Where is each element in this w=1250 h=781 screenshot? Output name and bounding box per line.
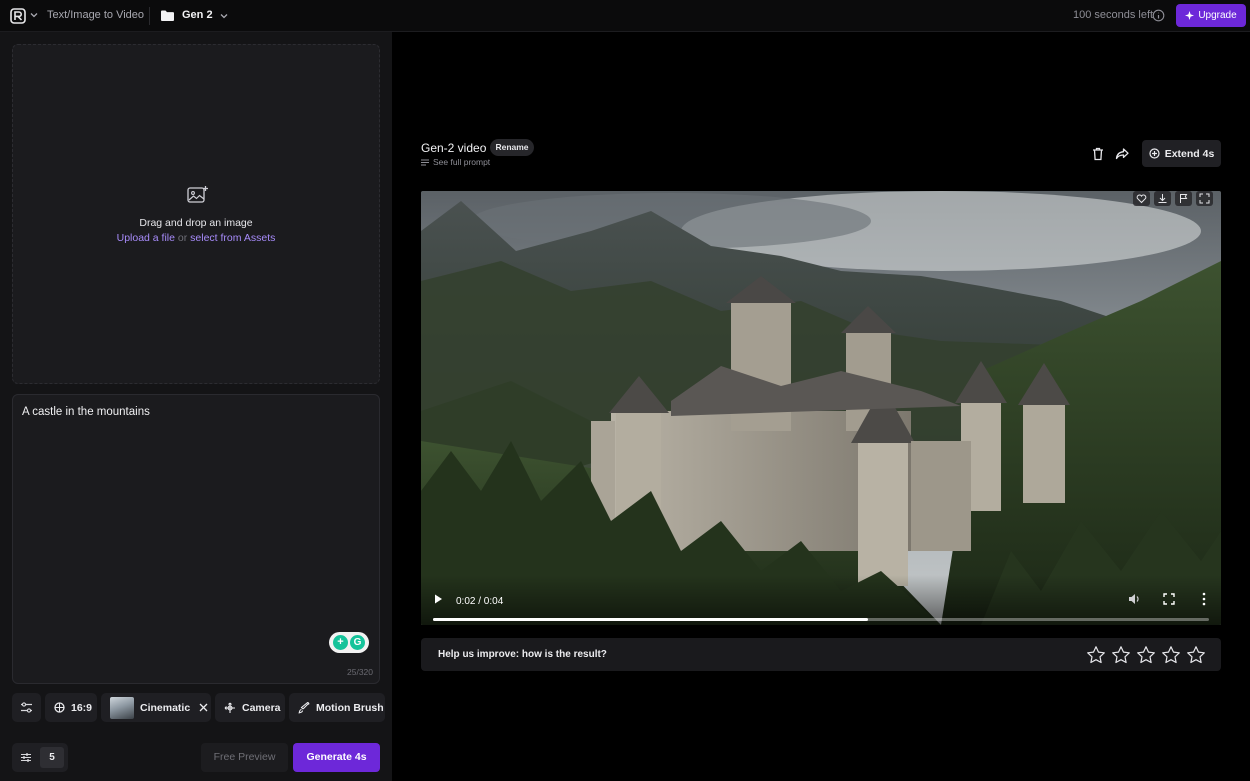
volume-icon[interactable] xyxy=(1127,592,1141,606)
grammarly-add-icon: + xyxy=(333,635,348,650)
upload-file-link[interactable]: Upload a file xyxy=(117,232,175,244)
drop-links: Upload a file or select from Assets xyxy=(13,232,379,244)
star-icon[interactable] xyxy=(1086,645,1106,665)
sparkle-icon xyxy=(1185,11,1195,20)
feedback-question: Help us improve: how is the result? xyxy=(438,649,607,660)
add-image-icon xyxy=(187,186,208,203)
nav-title[interactable]: Text/Image to Video xyxy=(47,9,144,21)
upgrade-label: Upgrade xyxy=(1198,10,1237,21)
video-controls: 0:02 / 0:04 xyxy=(421,575,1221,625)
share-icon[interactable] xyxy=(1113,145,1131,163)
or-text: or xyxy=(177,232,188,244)
video-player[interactable]: 0:02 / 0:04 xyxy=(421,191,1221,625)
grammarly-widget[interactable]: + G xyxy=(329,632,369,653)
video-title: Gen-2 video xyxy=(421,141,487,155)
close-icon[interactable] xyxy=(199,703,208,712)
expand-button[interactable] xyxy=(1196,191,1213,206)
trash-icon[interactable] xyxy=(1089,145,1107,163)
runway-logo-icon[interactable] xyxy=(10,8,26,24)
generation-count-button[interactable]: 5 xyxy=(12,743,68,772)
motion-brush-label: Motion Brush xyxy=(316,701,384,714)
star-icon[interactable] xyxy=(1111,645,1131,665)
see-full-prompt-link[interactable]: See full prompt xyxy=(421,157,490,167)
info-icon[interactable] xyxy=(1152,9,1165,22)
download-button[interactable] xyxy=(1154,191,1171,206)
favorite-button[interactable] xyxy=(1133,191,1150,206)
play-icon[interactable] xyxy=(431,592,445,606)
generation-count: 5 xyxy=(40,747,64,768)
project-name[interactable]: Gen 2 xyxy=(182,9,213,21)
progress-fill xyxy=(433,618,868,621)
sliders-icon xyxy=(21,702,32,713)
video-frame xyxy=(421,191,1221,625)
feedback-bar: Help us improve: how is the result? xyxy=(421,638,1221,671)
flag-icon xyxy=(1180,194,1188,203)
style-button[interactable]: Cinematic xyxy=(101,693,211,722)
camera-label: Camera xyxy=(242,701,281,714)
extend-icon xyxy=(1149,148,1160,159)
adjust-icon xyxy=(21,753,31,762)
grammarly-icon: G xyxy=(350,635,365,650)
settings-button[interactable] xyxy=(12,693,41,722)
free-preview-button[interactable]: Free Preview xyxy=(201,743,288,772)
rating-stars xyxy=(1086,645,1206,665)
rename-button[interactable]: Rename xyxy=(490,139,534,156)
style-label: Cinematic xyxy=(140,701,191,714)
star-icon[interactable] xyxy=(1161,645,1181,665)
drop-instructions: Drag and drop an image xyxy=(139,217,253,229)
progress-bar[interactable] xyxy=(433,618,1209,621)
fullscreen-icon[interactable] xyxy=(1162,592,1176,606)
aspect-ratio-icon xyxy=(54,702,65,713)
heart-icon xyxy=(1136,194,1147,204)
lines-icon xyxy=(421,159,429,165)
star-icon[interactable] xyxy=(1186,645,1206,665)
style-thumbnail xyxy=(110,696,134,719)
folder-icon xyxy=(161,10,174,21)
upgrade-button[interactable]: Upgrade xyxy=(1176,4,1246,27)
generate-button[interactable]: Generate 4s xyxy=(293,743,380,772)
image-drop-zone[interactable]: Drag and drop an image Upload a file or … xyxy=(12,44,380,384)
download-icon xyxy=(1158,194,1167,203)
time-display: 0:02 / 0:04 xyxy=(456,596,504,607)
camera-move-icon xyxy=(224,702,235,713)
chevron-down-icon[interactable] xyxy=(218,10,230,22)
divider xyxy=(149,7,150,25)
report-button[interactable] xyxy=(1175,191,1192,206)
prompt-textarea[interactable]: A castle in the mountains + G 25/320 xyxy=(12,394,380,684)
select-assets-link[interactable]: select from Assets xyxy=(190,232,275,244)
extend-label: Extend 4s xyxy=(1164,147,1215,160)
motion-brush-button[interactable]: Motion Brush xyxy=(289,693,385,722)
more-options-icon[interactable] xyxy=(1199,591,1209,607)
camera-button[interactable]: Camera xyxy=(215,693,285,722)
left-panel: Drag and drop an image Upload a file or … xyxy=(0,32,392,781)
expand-icon xyxy=(1199,193,1210,204)
prompt-text[interactable]: A castle in the mountains xyxy=(22,406,150,418)
char-count: 25/320 xyxy=(347,667,373,677)
aspect-ratio-button[interactable]: 16:9 xyxy=(45,693,97,722)
credits-remaining: 100 seconds left xyxy=(1073,9,1154,21)
generate-bar: 5 Free Preview Generate 4s xyxy=(0,742,392,781)
see-full-prompt-label: See full prompt xyxy=(433,157,491,167)
aspect-ratio-label: 16:9 xyxy=(71,701,93,714)
brush-icon xyxy=(298,701,310,713)
chevron-down-icon[interactable] xyxy=(28,9,40,21)
top-bar: Text/Image to Video Gen 2 100 seconds le… xyxy=(0,0,1250,32)
extend-button[interactable]: Extend 4s xyxy=(1142,140,1221,167)
star-icon[interactable] xyxy=(1136,645,1156,665)
